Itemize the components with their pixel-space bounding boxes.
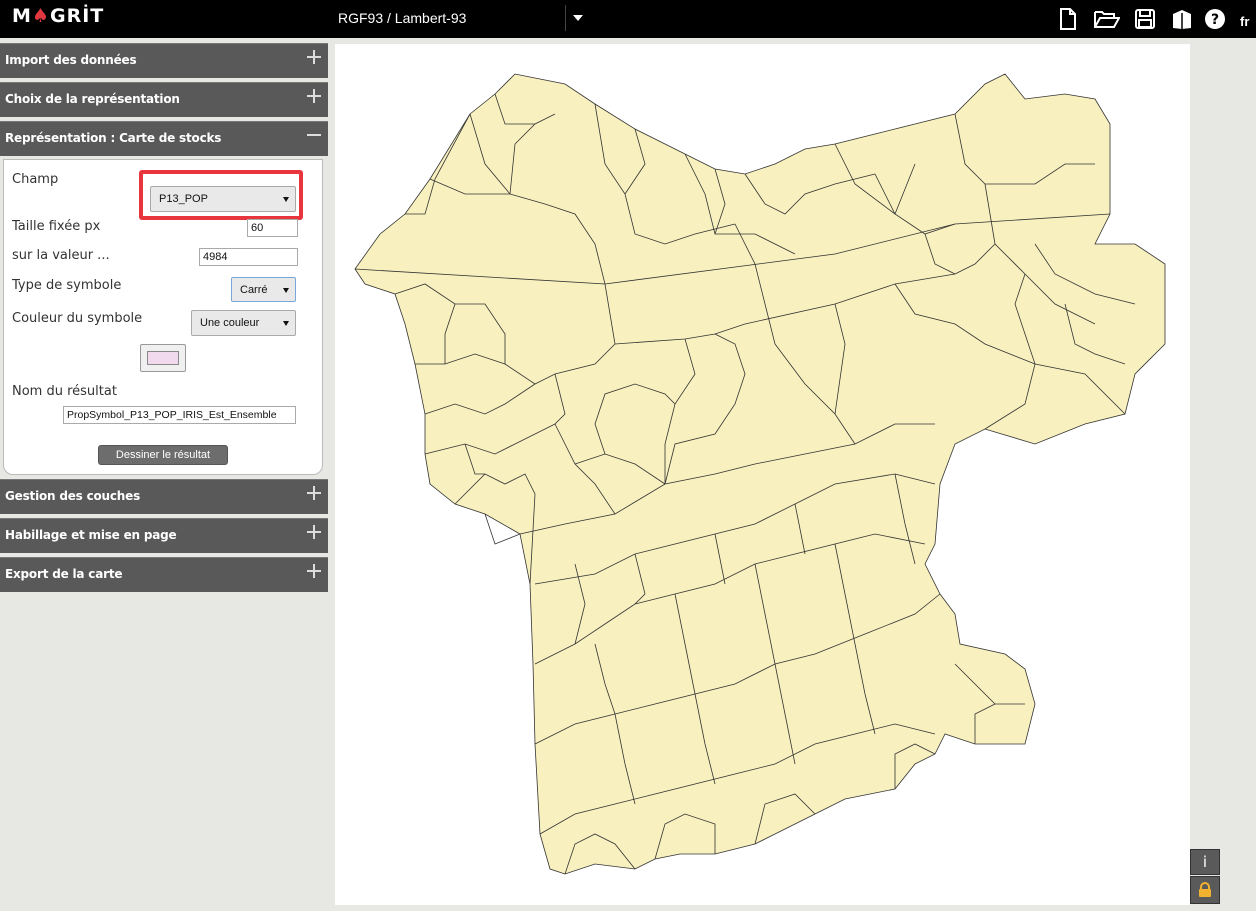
- couleur-select[interactable]: Une couleur: [191, 310, 296, 336]
- couleur-label: Couleur du symbole: [12, 311, 143, 326]
- color-swatch: [147, 351, 179, 365]
- section-gestion-couches[interactable]: Gestion des couches: [0, 479, 328, 514]
- expand-icon[interactable]: [307, 525, 321, 539]
- champ-label: Champ: [12, 172, 59, 187]
- section-export[interactable]: Export de la carte: [0, 557, 328, 592]
- section-choix-representation[interactable]: Choix de la représentation: [0, 82, 328, 117]
- expand-icon[interactable]: [307, 50, 321, 64]
- section-title: Gestion des couches: [5, 489, 141, 503]
- draw-button[interactable]: Dessiner le résultat: [98, 445, 228, 465]
- save-icon[interactable]: [1134, 8, 1156, 30]
- projection-dropdown-icon[interactable]: [573, 15, 583, 21]
- champ-select[interactable]: P13_POP: [150, 186, 296, 212]
- type-select[interactable]: Carré: [231, 277, 296, 302]
- help-icon[interactable]: ?: [1204, 8, 1226, 30]
- lock-button[interactable]: [1190, 876, 1220, 904]
- section-title: Import des données: [5, 53, 137, 67]
- info-icon: i: [1202, 853, 1208, 871]
- chevron-down-icon: [283, 287, 289, 293]
- expand-icon[interactable]: [307, 564, 321, 578]
- left-panel: Import des données Choix de la représent…: [0, 38, 328, 911]
- taille-label: Taille fixée px: [12, 219, 101, 234]
- book-icon[interactable]: [1171, 8, 1193, 30]
- open-folder-icon[interactable]: [1094, 8, 1120, 30]
- section-title: Export de la carte: [5, 567, 123, 581]
- symbol-form: Champ P13_POP Taille fixée px 60 sur la …: [3, 159, 323, 475]
- section-title: Habillage et mise en page: [5, 528, 177, 542]
- svg-text:?: ?: [1211, 12, 1219, 28]
- app-logo: M♠GRİT: [12, 5, 105, 27]
- section-import-donnees[interactable]: Import des données: [0, 43, 328, 78]
- type-label: Type de symbole: [12, 278, 122, 293]
- color-picker[interactable]: [140, 344, 186, 372]
- expand-icon[interactable]: [307, 486, 321, 500]
- map-canvas[interactable]: [335, 44, 1190, 905]
- language-switch[interactable]: fr: [1240, 14, 1249, 29]
- new-file-icon[interactable]: [1057, 8, 1079, 30]
- section-title: Choix de la représentation: [5, 92, 180, 106]
- collapse-icon[interactable]: [307, 128, 321, 142]
- chevron-down-icon: [283, 197, 289, 202]
- nom-label: Nom du résultat: [12, 384, 117, 399]
- info-button[interactable]: i: [1190, 849, 1220, 875]
- valeur-label: sur la valeur ...: [12, 248, 110, 263]
- lock-icon: [1199, 882, 1211, 897]
- chevron-down-icon: [283, 321, 289, 326]
- section-carte-de-stocks[interactable]: Représentation : Carte de stocks: [0, 121, 328, 156]
- nom-input[interactable]: PropSymbol_P13_POP_IRIS_Est_Ensemble: [63, 406, 296, 424]
- section-habillage[interactable]: Habillage et mise en page: [0, 518, 328, 553]
- taille-input[interactable]: 60: [247, 219, 298, 237]
- iris-map[interactable]: [335, 44, 1190, 905]
- projection-label: RGF93 / Lambert-93: [338, 10, 467, 26]
- section-title: Représentation : Carte de stocks: [5, 131, 222, 145]
- expand-icon[interactable]: [307, 89, 321, 103]
- top-bar: M♠GRİT RGF93 / Lambert-93 ? fr: [0, 0, 1256, 38]
- valeur-input[interactable]: 4984: [199, 248, 298, 266]
- divider: [565, 5, 566, 31]
